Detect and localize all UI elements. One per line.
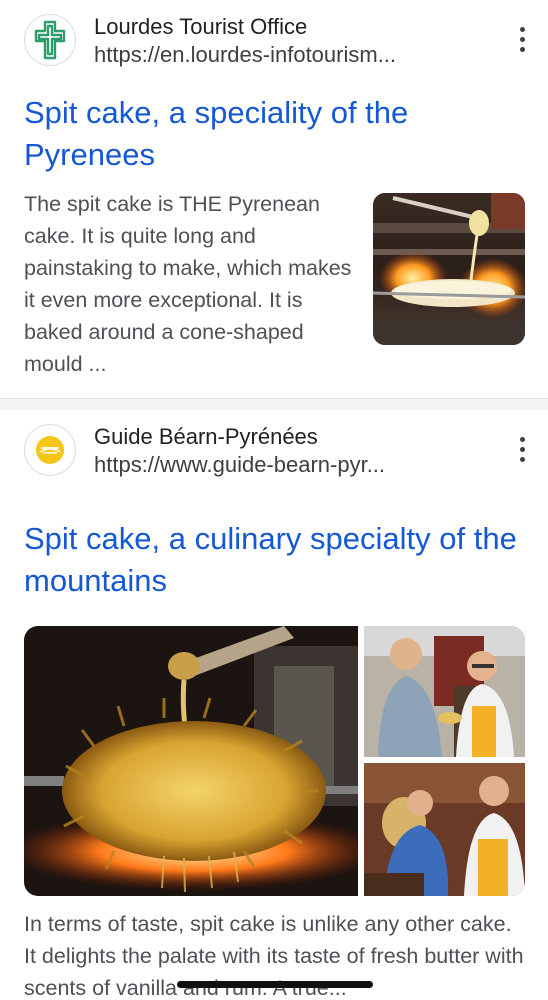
gallery-image-top[interactable] bbox=[364, 626, 525, 757]
result-thumbnail[interactable] bbox=[373, 193, 525, 345]
site-name: Lourdes Tourist Office bbox=[94, 14, 308, 39]
more-vert-icon[interactable] bbox=[510, 434, 534, 464]
search-result-guide-bearn: Guide Béarn-Pyrénées https://www.guide-b… bbox=[0, 410, 548, 1000]
gallery-image-main[interactable] bbox=[24, 626, 384, 896]
result-source[interactable]: Lourdes Tourist Office https://en.lourde… bbox=[24, 14, 534, 67]
result-title-link[interactable]: Spit cake, a culinary specialty of the m… bbox=[24, 518, 524, 602]
result-snippet: The spit cake is THE Pyrenean cake. It i… bbox=[24, 192, 352, 376]
image-gallery bbox=[24, 626, 525, 896]
bearn-logo-icon bbox=[24, 424, 76, 476]
more-vert-icon[interactable] bbox=[510, 24, 534, 54]
result-source[interactable]: Guide Béarn-Pyrénées https://www.guide-b… bbox=[24, 424, 534, 477]
home-indicator[interactable] bbox=[177, 981, 373, 988]
lourdes-logo-icon bbox=[24, 14, 76, 66]
result-separator bbox=[0, 398, 548, 410]
site-name: Guide Béarn-Pyrénées bbox=[94, 424, 318, 449]
site-url: https://en.lourdes-infotourism... bbox=[94, 42, 397, 67]
search-result-lourdes: Lourdes Tourist Office https://en.lourde… bbox=[0, 0, 548, 398]
result-title-link[interactable]: Spit cake, a speciality of the Pyrenees bbox=[24, 92, 524, 176]
gallery-image-bottom[interactable] bbox=[364, 763, 525, 896]
site-url: https://www.guide-bearn-pyr... bbox=[94, 452, 386, 477]
